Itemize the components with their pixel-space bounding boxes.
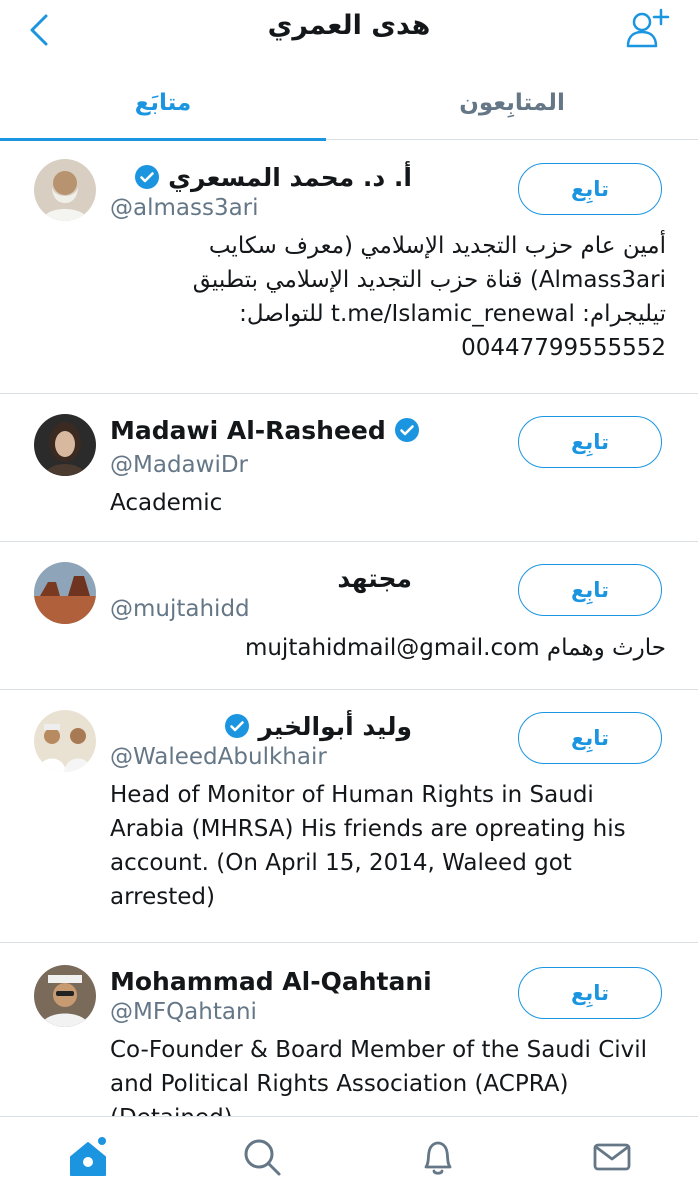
avatar[interactable] xyxy=(34,414,96,476)
verified-badge-icon xyxy=(394,418,419,442)
name-line: وليد أبوالخير xyxy=(216,708,412,744)
list-item[interactable]: Madawi Al-Rasheed @MadawiDr Academic تاب… xyxy=(0,394,698,542)
avatar[interactable] xyxy=(34,562,96,624)
tab-following-label: متابَع xyxy=(134,90,192,116)
user-name: وليد أبوالخير xyxy=(258,711,412,741)
list-item[interactable]: أ. د. محمد المسعري @almass3ari أمين عام … xyxy=(0,141,698,394)
follow-button-label: تابِع xyxy=(571,981,610,1005)
search-icon xyxy=(244,1139,281,1176)
user-bio: Co-Founder & Board Member of the Saudi C… xyxy=(110,1037,648,1118)
user-bio: أمين عام حزب التجديد الإسلامي (معرف سكاي… xyxy=(192,233,666,361)
name-line: Mohammad Al-Qahtani xyxy=(110,963,432,999)
verified-badge-icon xyxy=(225,714,250,738)
bottom-nav xyxy=(0,1116,698,1200)
follow-button[interactable]: تابِع xyxy=(518,163,662,215)
nav-home[interactable] xyxy=(66,1135,110,1179)
tab-bar: متابَع المتابِعون xyxy=(0,66,698,141)
list-item[interactable]: Mohammad Al-Qahtani @MFQahtani Co-Founde… xyxy=(0,943,698,1118)
nav-notifications[interactable] xyxy=(416,1135,460,1179)
following-list: أ. د. محمد المسعري @almass3ari أمين عام … xyxy=(0,141,698,1118)
page-title: هدى العمري xyxy=(267,10,431,41)
add-user-button[interactable] xyxy=(624,6,672,50)
name-line: مجتهد xyxy=(337,560,412,596)
user-bio: Academic xyxy=(110,490,223,516)
follow-button[interactable]: تابِع xyxy=(518,564,662,616)
user-name: مجتهد xyxy=(337,563,412,593)
user-bio: حارث وهمام mujtahidmail@gmail.com xyxy=(244,635,666,661)
follow-button[interactable]: تابِع xyxy=(518,416,662,468)
user-handle: @MadawiDr xyxy=(110,452,248,478)
user-name: Mohammad Al-Qahtani xyxy=(110,966,432,996)
tab-followers[interactable]: المتابِعون xyxy=(349,66,675,140)
user-handle: @almass3ari xyxy=(110,195,259,221)
verified-badge-icon xyxy=(135,165,160,189)
follow-button-label: تابِع xyxy=(571,578,610,602)
list-item[interactable]: وليد أبوالخير @WaleedAbulkhair Head of M… xyxy=(0,690,698,943)
user-handle: @mujtahidd xyxy=(110,596,250,622)
nav-search[interactable] xyxy=(240,1135,284,1179)
user-handle: @MFQahtani xyxy=(110,999,257,1025)
tab-followers-label: المتابِعون xyxy=(459,90,565,116)
follow-button-label: تابِع xyxy=(571,430,610,454)
tab-following[interactable]: متابَع xyxy=(0,66,326,140)
user-name: أ. د. محمد المسعري xyxy=(168,162,412,192)
avatar[interactable] xyxy=(34,965,96,1027)
name-line: Madawi Al-Rasheed xyxy=(110,412,428,448)
follow-button[interactable]: تابِع xyxy=(518,967,662,1019)
avatar[interactable] xyxy=(34,159,96,221)
list-item[interactable]: مجتهد @mujtahidd حارث وهمام mujtahidmail… xyxy=(0,542,698,690)
user-name: Madawi Al-Rasheed xyxy=(110,415,386,445)
follow-button-label: تابِع xyxy=(571,177,610,201)
follow-button-label: تابِع xyxy=(571,726,610,750)
user-handle: @WaleedAbulkhair xyxy=(110,744,327,770)
messages-icon xyxy=(593,1143,631,1171)
header: هدى العمري xyxy=(0,0,698,62)
notifications-icon xyxy=(424,1141,452,1175)
user-bio: Head of Monitor of Human Rights in Saudi… xyxy=(110,782,626,910)
name-line: أ. د. محمد المسعري xyxy=(126,159,412,195)
avatar[interactable] xyxy=(34,710,96,772)
home-icon xyxy=(70,1137,106,1176)
nav-messages[interactable] xyxy=(590,1135,634,1179)
follow-button[interactable]: تابِع xyxy=(518,712,662,764)
add-user-icon xyxy=(626,8,670,48)
